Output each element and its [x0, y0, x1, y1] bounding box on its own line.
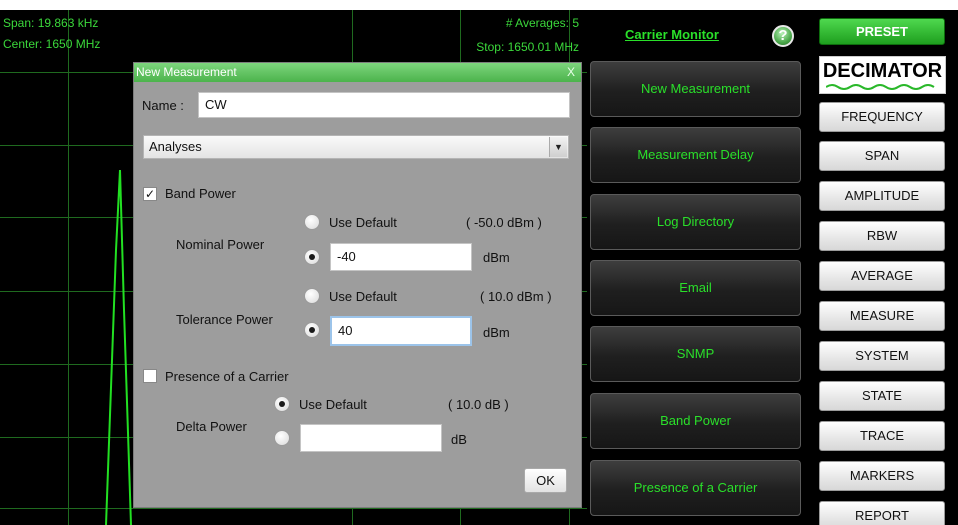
presence-of-carrier-button[interactable]: Presence of a Carrier [590, 460, 801, 516]
tolerance-unit: dBm [483, 325, 510, 340]
span-button[interactable]: SPAN [819, 141, 945, 171]
tolerance-custom-radio[interactable] [304, 322, 320, 338]
trace-button[interactable]: TRACE [819, 421, 945, 451]
span-readout: Span: 19.863 kHz [3, 16, 99, 30]
stop-readout: Stop: 1650.01 MHz [476, 40, 579, 54]
nominal-use-default-label: Use Default [329, 215, 397, 230]
amplitude-button[interactable]: AMPLITUDE [819, 181, 945, 211]
nominal-custom-radio[interactable] [304, 249, 320, 265]
band-power-label: Band Power [165, 186, 236, 201]
tolerance-power-label: Tolerance Power [176, 312, 273, 327]
log-directory-button[interactable]: Log Directory [590, 194, 801, 250]
snmp-button[interactable]: SNMP [590, 326, 801, 382]
markers-button[interactable]: MARKERS [819, 461, 945, 491]
analyses-dropdown-value: Analyses [149, 139, 202, 154]
carrier-monitor-menu: Carrier Monitor ? New Measurement Measur… [587, 10, 815, 525]
presence-checkbox[interactable] [143, 369, 157, 383]
trace-line [105, 169, 132, 525]
name-input[interactable]: CW [198, 92, 570, 118]
delta-use-default-label: Use Default [299, 397, 367, 412]
system-button[interactable]: SYSTEM [819, 341, 945, 371]
email-button[interactable]: Email [590, 260, 801, 316]
new-measurement-dialog: New Measurement X Name : CW Analyses ▼ ✓… [133, 62, 582, 508]
delta-default-value: ( 10.0 dB ) [448, 397, 509, 412]
logo-text: DECIMATOR [822, 60, 943, 82]
delta-power-input[interactable] [300, 424, 442, 452]
analyzer-window: Span: 19.863 kHz Center: 1650 MHz # Aver… [0, 0, 958, 525]
rbw-button[interactable]: RBW [819, 221, 945, 251]
band-power-checkbox[interactable]: ✓ [143, 187, 157, 201]
tolerance-power-input[interactable]: 40 [330, 316, 472, 346]
dialog-titlebar[interactable]: New Measurement X [134, 63, 581, 82]
center-readout: Center: 1650 MHz [3, 37, 101, 51]
name-label: Name : [142, 98, 184, 113]
preset-button[interactable]: PRESET [819, 18, 945, 45]
delta-custom-radio[interactable] [274, 430, 290, 446]
measure-button[interactable]: MEASURE [819, 301, 945, 331]
help-icon[interactable]: ? [772, 25, 794, 47]
softkey-panel: PRESET DECIMATOR FREQUENCY SPAN AMPLITUD… [815, 10, 958, 525]
carrier-monitor-title[interactable]: Carrier Monitor [625, 27, 719, 42]
presence-label: Presence of a Carrier [165, 369, 289, 384]
decimator-logo: DECIMATOR [819, 56, 946, 94]
band-power-button[interactable]: Band Power [590, 393, 801, 449]
average-button[interactable]: AVERAGE [819, 261, 945, 291]
tolerance-default-value: ( 10.0 dBm ) [480, 289, 552, 304]
nominal-default-value: ( -50.0 dBm ) [466, 215, 542, 230]
nominal-unit: dBm [483, 250, 510, 265]
nominal-use-default-radio[interactable] [304, 214, 320, 230]
logo-wave [826, 84, 935, 90]
dialog-title: New Measurement [136, 65, 237, 79]
tolerance-use-default-radio[interactable] [304, 288, 320, 304]
delta-use-default-radio[interactable] [274, 396, 290, 412]
analyses-dropdown[interactable]: Analyses ▼ [143, 135, 569, 159]
close-icon[interactable]: X [567, 63, 575, 82]
frequency-button[interactable]: FREQUENCY [819, 102, 945, 132]
nominal-power-label: Nominal Power [176, 237, 265, 252]
delta-unit: dB [451, 432, 467, 447]
chevron-down-icon[interactable]: ▼ [549, 137, 567, 157]
measurement-delay-button[interactable]: Measurement Delay [590, 127, 801, 183]
state-button[interactable]: STATE [819, 381, 945, 411]
ok-button[interactable]: OK [524, 468, 567, 493]
report-button[interactable]: REPORT [819, 501, 945, 525]
averages-readout: # Averages: 5 [505, 16, 579, 30]
tolerance-use-default-label: Use Default [329, 289, 397, 304]
new-measurement-button[interactable]: New Measurement [590, 61, 801, 117]
nominal-power-input[interactable]: -40 [330, 243, 472, 271]
delta-power-label: Delta Power [176, 419, 247, 434]
